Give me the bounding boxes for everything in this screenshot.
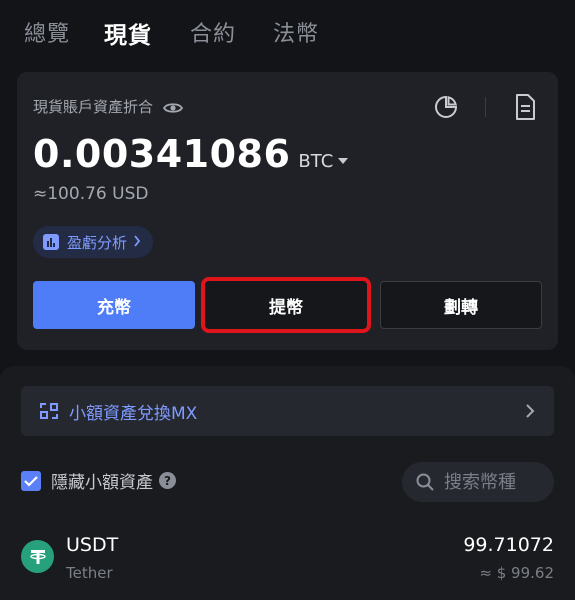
card-actions xyxy=(431,92,540,122)
tab-futures[interactable]: 合約 xyxy=(190,16,236,48)
check-icon xyxy=(24,475,38,487)
asset-list-panel: 小額資產兌換MX 隱藏小額資產 ? USDT Tether 99.71072 ≈… xyxy=(0,366,575,600)
transfer-button[interactable]: 劃轉 xyxy=(380,281,542,329)
asset-symbol: USDT xyxy=(66,534,119,556)
search-box xyxy=(402,462,554,502)
usd-equivalent: ≈100.76 USD xyxy=(33,184,149,204)
balance-row: 0.00341086 BTC xyxy=(33,132,349,176)
pie-chart-icon[interactable] xyxy=(431,92,461,122)
unit-selector[interactable]: BTC xyxy=(298,151,349,172)
divider xyxy=(485,97,486,117)
unit-label: BTC xyxy=(298,151,334,172)
balance-label-row: 現貨賬戶資產折合 xyxy=(33,96,184,117)
help-icon[interactable]: ? xyxy=(159,472,176,489)
btc-balance: 0.00341086 xyxy=(33,132,291,176)
action-buttons: 充幣 提幣 劃轉 xyxy=(33,277,542,333)
chevron-right-icon xyxy=(524,403,536,419)
asset-name: Tether xyxy=(66,564,113,582)
tab-fiat[interactable]: 法幣 xyxy=(273,16,319,48)
balance-label: 現貨賬戶資產折合 xyxy=(33,98,154,116)
bar-chart-icon xyxy=(43,234,59,250)
convert-small-assets-button[interactable]: 小額資產兌換MX xyxy=(21,386,554,436)
tether-icon xyxy=(21,540,54,573)
search-icon xyxy=(416,473,434,491)
hide-small-checkbox[interactable] xyxy=(21,470,41,491)
tab-spot[interactable]: 現貨 xyxy=(104,16,152,50)
convert-label: 小額資產兌換MX xyxy=(69,403,198,424)
hide-small-assets-row: 隱藏小額資產 ? xyxy=(21,468,176,493)
deposit-button[interactable]: 充幣 xyxy=(33,281,195,329)
pnl-analysis-button[interactable]: 盈虧分析 xyxy=(33,226,154,258)
convert-icon xyxy=(39,401,59,421)
withdraw-button[interactable]: 提幣 xyxy=(201,277,371,333)
account-tabs: 總覽 現貨 合約 法幣 xyxy=(0,0,575,66)
asset-row[interactable]: USDT Tether 99.71072 ≈ $ 99.62 xyxy=(21,534,554,594)
asset-usd-value: ≈ $ 99.62 xyxy=(479,564,554,582)
asset-amount: 99.71072 xyxy=(463,534,554,556)
caret-down-icon xyxy=(338,158,349,164)
spot-balance-card: 現貨賬戶資產折合 0.00341086 BTC ≈100.76 USD 盈虧分析… xyxy=(17,72,558,350)
pnl-label: 盈虧分析 xyxy=(67,233,128,252)
document-icon[interactable] xyxy=(510,92,540,122)
tab-overview[interactable]: 總覽 xyxy=(24,16,70,48)
hide-small-label: 隱藏小額資產 xyxy=(51,473,153,493)
chevron-right-icon xyxy=(133,233,141,251)
eye-icon[interactable] xyxy=(162,100,184,114)
search-input[interactable] xyxy=(444,471,544,493)
